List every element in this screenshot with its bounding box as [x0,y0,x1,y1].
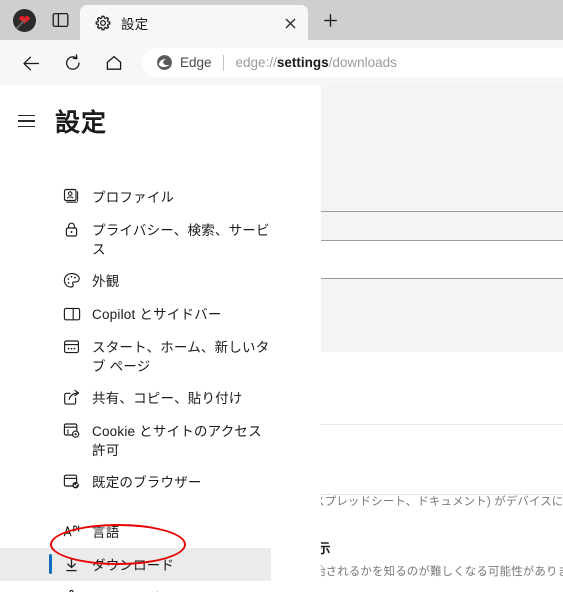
home-icon [106,55,122,70]
sidebar-item-cookies-site-permissions[interactable]: Cookie とサイトのアクセス許可 [0,414,321,465]
sidebar-item-label: ダウンロード [92,558,175,573]
accessibility-icon [62,588,81,592]
tab-strip: ❤ 設定 [0,0,563,40]
palette-icon [62,271,81,290]
sidebar-item-default-browser[interactable]: 既定のブラウザー [0,465,321,498]
sidebar-item-label: スタート、ホーム、新しいタブ ページ [92,340,270,374]
content-sub-text: 始されるかを知るのが難しくなる可能性があります [321,566,563,578]
browser-window: ❤ 設定 Edge edge://settings/downloads プレッド… [0,0,563,592]
content-band [321,424,563,494]
home-button[interactable] [101,50,127,76]
omnibox-brand-label: Edge [180,55,212,70]
cookie-settings-icon [62,421,81,440]
sidebar-panel-icon [62,304,81,323]
selection-indicator [49,554,52,574]
browser-tab-settings[interactable]: 設定 [80,5,308,40]
heart-icon: ❤ [18,11,31,28]
settings-nav-list: プロファイル プライバシー、検索、サービス 外観 Copilot とサイドバー … [0,180,321,592]
hamburger-menu-icon[interactable] [18,109,42,133]
share-icon [62,388,81,407]
sidebar-item-label: プロファイル [92,190,175,205]
lock-icon [62,220,81,239]
content-band [321,278,563,352]
plus-icon [323,14,337,27]
sidebar-item-profile[interactable]: プロファイル [0,180,321,213]
url-path: /downloads [328,55,397,70]
sidebar-item-label: 共有、コピー、貼り付け [92,391,243,406]
sidebar-item-copilot-sidebar[interactable]: Copilot とサイドバー [0,297,321,330]
tab-actions-button[interactable] [48,9,72,31]
settings-content-pane: ョン、スプレッドシート、ドキュメント) がデバイスにダウン 示 始されるかを知る… [321,85,563,592]
reload-button[interactable] [60,50,86,76]
sidebar-item-share-copy-paste[interactable]: 共有、コピー、貼り付け [0,381,321,414]
start-page-icon [62,337,81,356]
content-band [321,352,563,424]
split-pane-icon [52,12,68,28]
sidebar-item-privacy[interactable]: プライバシー、検索、サービス [0,213,321,264]
reload-icon [65,54,80,70]
sidebar-item-label: Cookie とサイトのアクセス許可 [92,424,262,458]
sidebar-item-label: 言語 [92,525,120,540]
settings-header: 設定 [0,85,321,157]
address-bar[interactable]: Edge edge://settings/downloads [142,48,563,77]
page-title: 設定 [55,109,108,137]
sidebar-item-appearance[interactable]: 外観 [0,264,321,297]
content-band [321,240,563,278]
content-body-text: ョン、スプレッドシート、ドキュメント) がデバイスにダウン [321,496,563,508]
edge-logo-icon [155,54,173,72]
navigation-toolbar: Edge edge://settings/downloads [0,40,563,85]
url-prefix: edge:// [235,55,277,70]
sidebar-item-label: 外観 [92,274,120,289]
sidebar-item-label: 既定のブラウザー [92,475,202,490]
profile-avatar[interactable]: ❤ [13,9,36,32]
content-band [321,211,563,240]
content-band [321,85,563,211]
tab-title: 設定 [121,16,149,32]
nav-group-separator [0,498,321,515]
url-host: settings [276,55,329,70]
content-heading: 示 [321,541,331,556]
sidebar-item-label: アクセシビリティ [92,586,200,592]
default-browser-icon [62,472,81,491]
download-arrow-icon [62,555,81,574]
close-icon[interactable] [281,14,299,32]
gear-icon [94,14,111,31]
new-tab-button[interactable] [318,9,342,32]
sidebar-item-downloads[interactable]: ダウンロード [0,548,271,581]
sidebar-item-start-home-newtab[interactable]: スタート、ホーム、新しいタブ ページ [0,330,321,381]
language-icon [62,522,81,541]
sidebar-item-label: Copilot とサイドバー [92,307,222,322]
sidebar-item-languages[interactable]: 言語 [0,515,321,548]
omnibox-divider [222,54,224,71]
settings-sidebar: 設定 プロファイル プライバシー、検索、サービス 外観 Copilot とサイド… [0,85,321,592]
back-button[interactable] [18,50,44,76]
sidebar-item-label: プライバシー、検索、サービス [92,223,270,257]
sidebar-item-accessibility[interactable]: アクセシビリティ [0,581,321,592]
profile-card-icon [62,187,81,206]
back-arrow-icon [22,56,39,70]
omnibox-url: edge://settings/downloads [236,55,397,70]
